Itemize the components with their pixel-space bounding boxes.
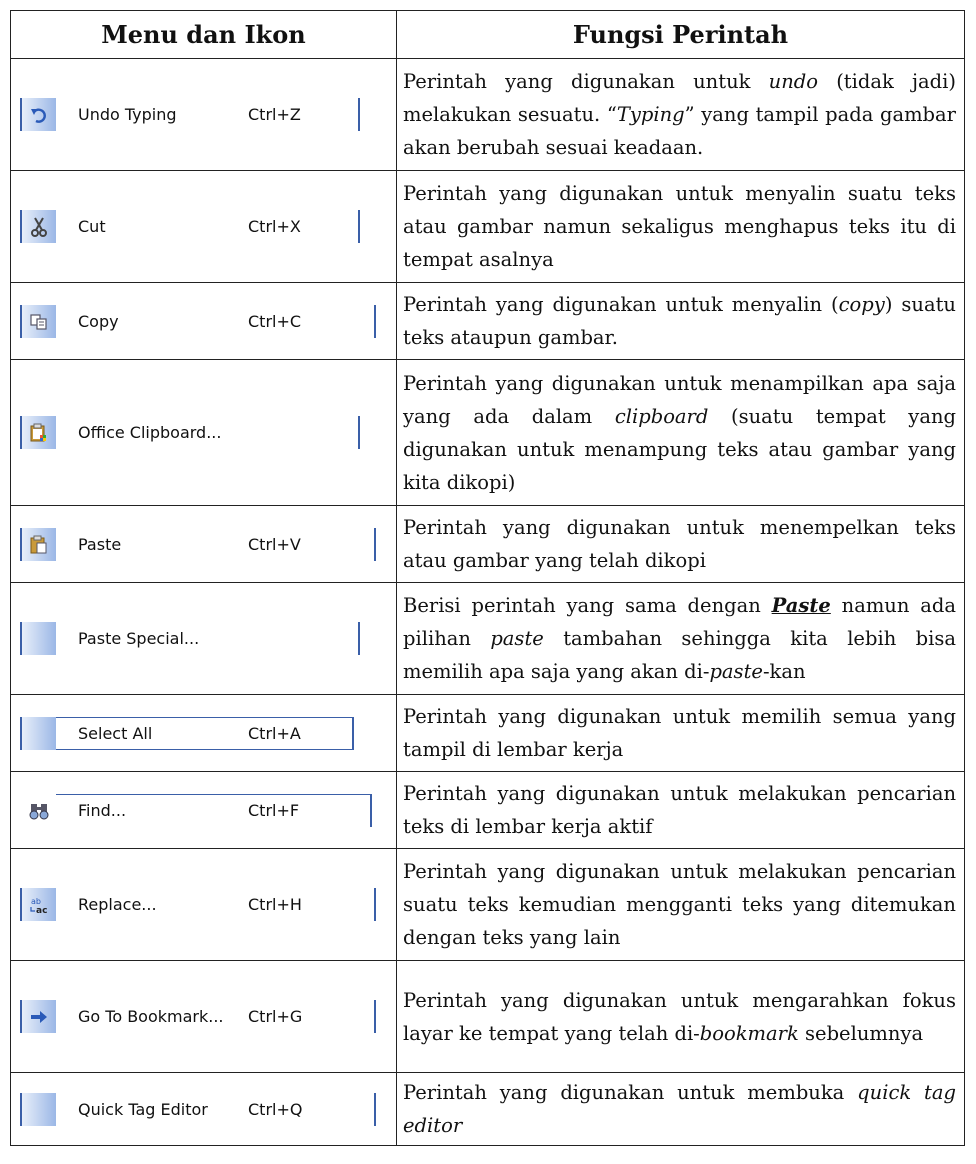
table-row: Office Clipboard... Perintah yang diguna… [10, 359, 965, 506]
function-description: Perintah yang digunakan untuk melakukan … [396, 771, 965, 849]
table-row: Paste Special... Berisi perintah yang sa… [10, 582, 965, 695]
function-description: Perintah yang digunakan untuk menyalin (… [396, 282, 965, 360]
svg-text:ac: ac [36, 906, 47, 915]
menu-cell: Copy Ctrl+C [10, 282, 397, 360]
clipboard-icon [29, 423, 49, 443]
menu-item-label: Office Clipboard... [78, 423, 222, 442]
function-description: Perintah yang digunakan untuk undo (tida… [396, 58, 965, 171]
menu-item-shortcut: Ctrl+H [248, 895, 302, 914]
arrow-right-icon [29, 1007, 49, 1027]
menu-item-select-all[interactable]: Select All Ctrl+A [20, 716, 354, 750]
menu-item-shortcut: Ctrl+G [248, 1007, 303, 1026]
function-description: Perintah yang digunakan untuk melakukan … [396, 848, 965, 961]
menu-item-label: Replace... [78, 895, 157, 914]
menu-cell: Cut Ctrl+X [10, 170, 397, 283]
menu-cell: Go To Bookmark... Ctrl+G [10, 960, 397, 1073]
menu-function-table: Menu dan Ikon Fungsi Perintah Undo Typin… [10, 10, 965, 1146]
menu-item-shortcut: Ctrl+V [248, 534, 301, 554]
menu-item-label: Paste Special... [78, 629, 200, 648]
binoculars-icon [29, 801, 49, 821]
menu-item-shortcut: Ctrl+A [248, 723, 301, 743]
menu-item-shortcut: Ctrl+Z [248, 105, 301, 124]
menu-item-paste-special[interactable]: Paste Special... [20, 622, 360, 655]
function-description: Perintah yang digunakan untuk memilih se… [396, 694, 965, 772]
menu-item-undo-typing[interactable]: Undo Typing Ctrl+Z [20, 98, 360, 131]
table-row: Select All Ctrl+A Perintah yang digunaka… [10, 694, 965, 772]
menu-item-shortcut: Ctrl+C [248, 311, 302, 331]
menu-item-paste[interactable]: Paste Ctrl+V [20, 527, 376, 561]
menu-item-shortcut: Ctrl+Q [248, 1099, 303, 1119]
function-description: Perintah yang digunakan untuk menyalin s… [396, 170, 965, 283]
scissors-icon [29, 217, 49, 237]
menu-item-label: Find... [78, 800, 127, 820]
table-row: Copy Ctrl+C Perintah yang digunakan untu… [10, 282, 965, 360]
undo-icon [29, 105, 49, 125]
table-row: Find... Ctrl+F Perintah yang digunakan u… [10, 771, 965, 849]
menu-cell: Paste Special... [10, 582, 397, 695]
menu-item-label: Paste [78, 534, 122, 554]
menu-item-quick-tag-editor[interactable]: Quick Tag Editor Ctrl+Q [20, 1092, 376, 1126]
menu-cell: Find... Ctrl+F [10, 771, 397, 849]
function-description: Berisi perintah yang sama dengan Paste n… [396, 582, 965, 695]
menu-item-copy[interactable]: Copy Ctrl+C [20, 304, 376, 338]
function-description: Perintah yang digunakan untuk menempelka… [396, 505, 965, 583]
menu-cell: Quick Tag Editor Ctrl+Q [10, 1072, 397, 1146]
column-header-menu: Menu dan Ikon [10, 10, 397, 59]
menu-item-label: Cut [78, 217, 106, 236]
menu-item-cut[interactable]: Cut Ctrl+X [20, 210, 360, 243]
function-description: Perintah yang digunakan untuk membuka qu… [396, 1072, 965, 1146]
table-row: ab ac Replace... Ctrl+H Perintah yang dig… [10, 848, 965, 961]
menu-item-label: Undo Typing [78, 105, 177, 124]
menu-item-label: Go To Bookmark... [78, 1007, 224, 1026]
table-row: Go To Bookmark... Ctrl+G Perintah yang d… [10, 960, 965, 1073]
table-header-row: Menu dan Ikon Fungsi Perintah [10, 10, 965, 59]
paste-icon [29, 535, 49, 555]
column-header-function: Fungsi Perintah [396, 10, 965, 59]
table-row: Quick Tag Editor Ctrl+Q Perintah yang di… [10, 1072, 965, 1146]
menu-item-office-clipboard[interactable]: Office Clipboard... [20, 416, 360, 449]
table-row: Undo Typing Ctrl+Z Perintah yang digunak… [10, 58, 965, 171]
menu-cell: ab ac Replace... Ctrl+H [10, 848, 397, 961]
copy-icon [29, 312, 49, 332]
menu-item-label: Select All [78, 723, 153, 743]
menu-item-label: Copy [78, 311, 119, 331]
menu-cell: Select All Ctrl+A [10, 694, 397, 772]
svg-text:ab: ab [31, 897, 41, 906]
replace-icon: ab ac [29, 895, 49, 915]
table-row: Cut Ctrl+X Perintah yang digunakan untuk… [10, 170, 965, 283]
menu-cell: Undo Typing Ctrl+Z [10, 58, 397, 171]
function-description: Perintah yang digunakan untuk mengarahka… [396, 960, 965, 1073]
menu-item-shortcut: Ctrl+F [248, 800, 300, 820]
menu-cell: Office Clipboard... [10, 359, 397, 506]
menu-item-replace[interactable]: ab ac Replace... Ctrl+H [20, 888, 376, 921]
menu-item-find[interactable]: Find... Ctrl+F [20, 793, 372, 827]
function-description: Perintah yang digunakan untuk menampilka… [396, 359, 965, 506]
menu-item-go-to-bookmark[interactable]: Go To Bookmark... Ctrl+G [20, 1000, 376, 1033]
menu-item-label: Quick Tag Editor [78, 1099, 208, 1119]
menu-item-shortcut: Ctrl+X [248, 217, 301, 236]
table-row: Paste Ctrl+V Perintah yang digunakan unt… [10, 505, 965, 583]
menu-cell: Paste Ctrl+V [10, 505, 397, 583]
